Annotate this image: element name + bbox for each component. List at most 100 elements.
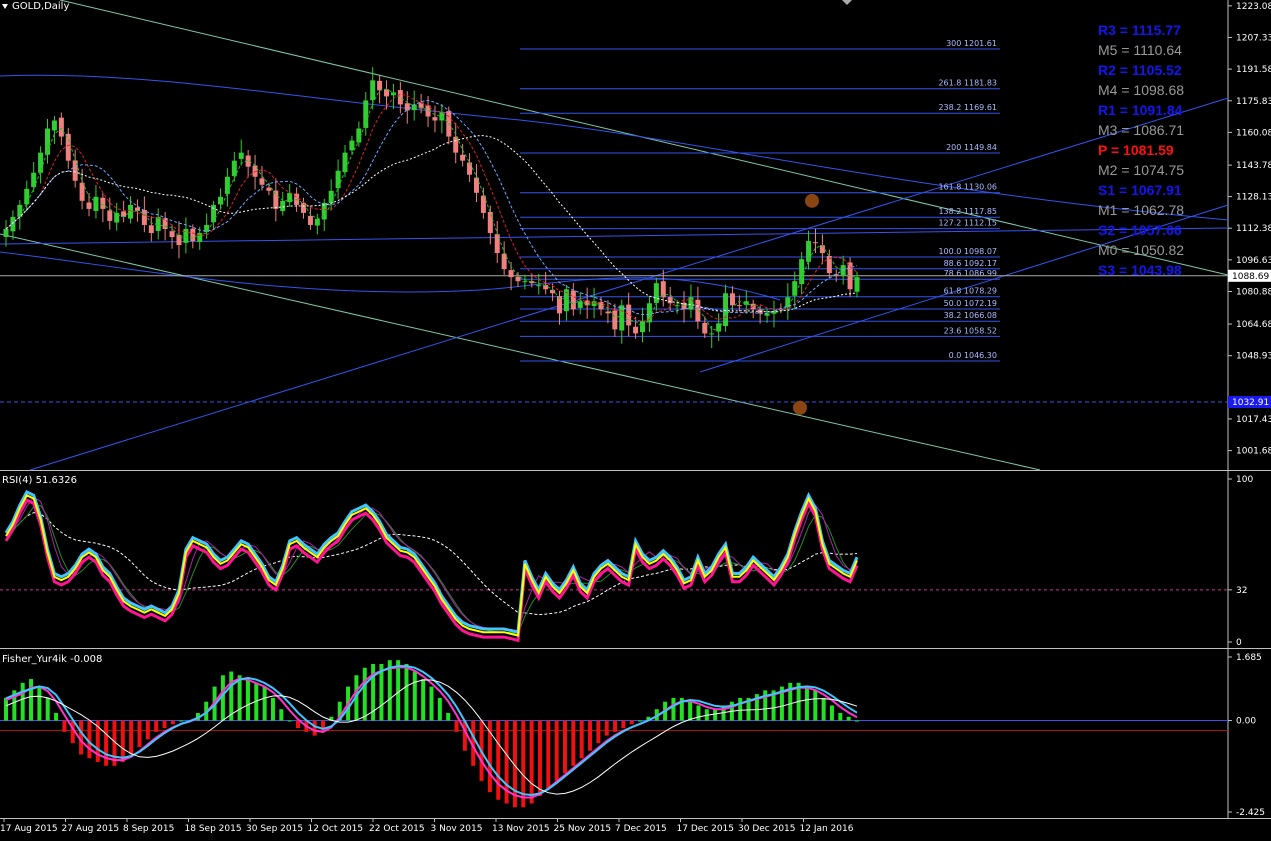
pivot-label: R2 = 1105.52	[1098, 62, 1182, 78]
pivot-label: S3 = 1043.98	[1098, 262, 1182, 278]
candle-body	[93, 196, 99, 211]
moving-average-line	[5, 135, 858, 313]
candle-body	[335, 170, 341, 189]
histogram-bar	[4, 697, 8, 721]
histogram-bar	[829, 705, 834, 721]
fib-label: 100.0 1098.07	[938, 247, 997, 256]
histogram-bar	[429, 686, 434, 721]
candle-body	[169, 231, 175, 238]
candle-body	[633, 326, 639, 334]
pivot-label: M2 = 1074.75	[1098, 162, 1185, 178]
y-tick-label: 1143.78	[1236, 161, 1271, 171]
candle-body	[812, 242, 818, 244]
histogram-bar	[45, 697, 50, 721]
candle-body	[370, 80, 376, 101]
candle-body	[522, 281, 528, 283]
candle-body	[397, 90, 403, 105]
candle-body	[729, 293, 735, 306]
candle-body	[736, 305, 742, 307]
fib-label: 138.2 1117.85	[938, 207, 997, 216]
fib-label: 23.6 1058.52	[944, 326, 997, 335]
histogram-bar	[20, 682, 25, 721]
candle-body	[577, 301, 583, 308]
candle-body	[792, 281, 798, 296]
candle-body	[377, 80, 383, 91]
trend-line	[0, 233, 1041, 471]
candle-body	[854, 277, 860, 292]
histogram-bar	[362, 667, 367, 721]
histogram-bar	[37, 686, 42, 721]
fib-label: 50.0 1072.19	[944, 299, 997, 308]
histogram-bar	[838, 713, 843, 721]
y-tick-label: 1.685	[1236, 653, 1262, 663]
x-tick-label: 8 Sep 2015	[123, 824, 174, 834]
channel-line	[29, 97, 1229, 471]
pivot-label: M3 = 1086.71	[1098, 122, 1185, 138]
histogram-bar	[179, 720, 184, 722]
histogram-bar	[270, 697, 275, 721]
histogram-bar	[120, 720, 125, 763]
candle-body	[58, 117, 64, 137]
candle-body	[141, 210, 147, 225]
candle-body	[702, 322, 708, 334]
candle-body	[460, 154, 466, 161]
candle-body	[3, 228, 9, 238]
histogram-bar	[446, 713, 451, 721]
histogram-bar	[137, 720, 142, 747]
histogram-bar	[629, 720, 634, 725]
candle-body	[723, 293, 729, 327]
y-tick-label: 1017.43	[1236, 415, 1271, 425]
histogram-bar	[312, 720, 317, 736]
candle-body	[31, 172, 37, 188]
histogram-bar	[162, 720, 167, 729]
x-tick-label: 30 Sep 2015	[246, 824, 303, 834]
histogram-bar	[546, 720, 551, 789]
pivot-label: M0 = 1050.82	[1098, 242, 1185, 258]
fib-label: 200 1149.84	[946, 143, 997, 152]
fib-label: 38.2 1066.08	[944, 311, 997, 320]
candle-body	[674, 305, 680, 307]
candle-body	[349, 140, 355, 151]
fisher-label: Fisher_Yur4ik -0.008	[2, 654, 103, 665]
histogram-bar	[696, 705, 701, 721]
histogram-bar	[29, 679, 34, 721]
highlight-price-label: 1032.91	[1232, 398, 1269, 408]
histogram-bar	[588, 720, 593, 751]
fib-label: 261.8 1181.83	[938, 79, 997, 88]
pivot-label: P = 1081.59	[1098, 142, 1174, 158]
histogram-bar	[437, 697, 442, 721]
candle-body	[799, 259, 805, 285]
histogram-bar	[562, 720, 567, 774]
rsi-line	[5, 493, 858, 637]
candle-body	[605, 311, 611, 314]
y-tick-label: 1175.83	[1236, 97, 1271, 107]
histogram-bar	[287, 720, 292, 722]
ma-long-line	[0, 74, 1229, 221]
x-tick-label: 30 Dec 2015	[738, 824, 796, 834]
x-tick-label: 12 Jan 2016	[800, 824, 854, 834]
pivot-label: M1 = 1062.78	[1098, 202, 1185, 218]
current-price-label: 1088.69	[1232, 272, 1269, 282]
pivot-label: R1 = 1091.84	[1098, 102, 1183, 118]
candle-body	[501, 253, 507, 270]
candle-body	[453, 136, 459, 153]
x-tick-label: 3 Nov 2015	[431, 824, 483, 834]
candle-body	[231, 160, 237, 177]
histogram-bar	[245, 679, 250, 721]
y-tick-label: 1096.63	[1236, 256, 1271, 266]
histogram-bar	[154, 720, 159, 732]
histogram-bar	[129, 720, 134, 755]
candle-body	[328, 190, 334, 204]
y-tick-label: 1001.68	[1236, 447, 1271, 457]
histogram-bar	[671, 697, 676, 721]
y-tick-label: 1112.38	[1236, 224, 1271, 234]
x-tick-label: 27 Aug 2015	[62, 824, 120, 834]
marker-dot	[793, 400, 807, 415]
x-tick-label: 17 Dec 2015	[677, 824, 735, 834]
histogram-bar	[804, 686, 809, 721]
candle-body	[515, 276, 521, 282]
y-tick-label: 1128.13	[1236, 193, 1271, 203]
pivot-label: M5 = 1110.64	[1098, 42, 1182, 58]
candle-body	[86, 202, 92, 209]
chart-title[interactable]: GOLD,Daily	[2, 1, 69, 12]
